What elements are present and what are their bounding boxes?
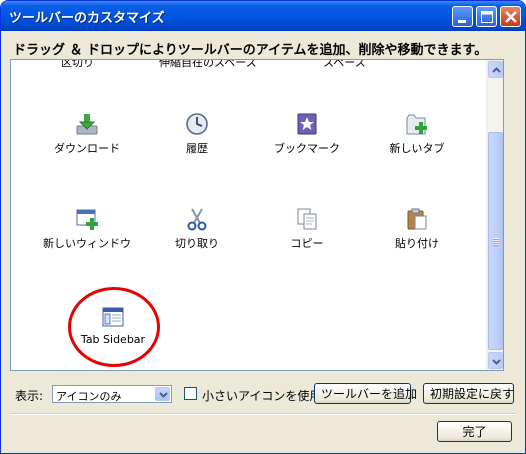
palette-item-new-window[interactable]: 新しいウィンドウ <box>39 207 135 251</box>
palette-item-label: ダウンロード <box>54 142 120 155</box>
scroll-up-button[interactable] <box>488 61 503 78</box>
paste-icon <box>407 208 427 230</box>
palette-item-label: 新しいウィンドウ <box>43 237 131 250</box>
close-button[interactable] <box>500 6 521 27</box>
partial-item-separator[interactable]: 区切り <box>61 60 94 70</box>
instruction-text: ドラッグ ＆ ドロップによりツールバーのアイテムを追加、削除や移動できます。 <box>13 43 488 58</box>
dropdown-button[interactable] <box>155 387 170 401</box>
history-clock-icon <box>186 113 208 135</box>
show-mode-value: アイコンのみ <box>56 390 122 403</box>
palette-item-download[interactable]: ダウンロード <box>39 112 135 156</box>
partial-item-space[interactable]: スペース <box>323 60 366 70</box>
palette-item-history[interactable]: 履歴 <box>149 112 245 156</box>
maximize-icon <box>481 11 493 23</box>
toolbar-palette: 区切り 伸縮自在のスペース スペース ダウンロード 履歴 ブックマーク 新しいタ… <box>10 59 504 371</box>
palette-scrollbar[interactable] <box>486 60 503 370</box>
bookmark-star-icon <box>297 113 317 135</box>
chevron-down-icon <box>492 359 501 365</box>
chevron-down-icon <box>159 392 168 398</box>
palette-item-label: ブックマーク <box>274 142 340 155</box>
minimize-icon <box>458 20 466 23</box>
add-toolbar-button[interactable]: ツールバーを追加 <box>314 383 417 404</box>
download-icon <box>76 114 98 135</box>
palette-item-new-tab[interactable]: 新しいタブ <box>369 112 465 156</box>
scissors-icon <box>187 208 207 231</box>
new-tab-icon <box>406 114 427 135</box>
show-mode-select[interactable]: アイコンのみ <box>52 385 172 403</box>
grip-icon <box>493 238 499 246</box>
window-title: ツールバーのカスタマイズ <box>9 11 165 26</box>
close-icon <box>505 11 517 23</box>
partial-item-flexible-space[interactable]: 伸縮自在のスペース <box>159 60 257 70</box>
divider <box>10 413 516 415</box>
show-label: 表示: <box>15 389 44 403</box>
palette-item-bookmarks[interactable]: ブックマーク <box>259 112 355 156</box>
palette-item-label: 貼り付け <box>395 237 439 250</box>
customize-toolbar-dialog: ツールバーのカスタマイズ ドラッグ ＆ ドロップによりツールバーのアイテムを追加… <box>0 0 526 454</box>
palette-item-label: 切り取り <box>175 237 219 250</box>
maximize-button[interactable] <box>476 6 497 27</box>
new-window-icon <box>76 209 98 230</box>
scroll-thumb[interactable] <box>488 132 503 350</box>
small-icons-label[interactable]: 小さいアイコンを使用 <box>202 387 321 404</box>
copy-icon <box>297 208 317 230</box>
palette-item-label: コピー <box>290 237 324 250</box>
minimize-button[interactable] <box>452 6 473 27</box>
title-bar[interactable]: ツールバーのカスタマイズ <box>1 1 525 31</box>
highlight-annotation-circle <box>68 287 160 367</box>
restore-defaults-button[interactable]: 初期設定に戻す <box>423 383 514 404</box>
options-row: 表示: アイコンのみ 小さいアイコンを使用 ツールバーを追加 初期設定に戻す <box>1 381 525 407</box>
palette-item-paste[interactable]: 貼り付け <box>369 207 465 251</box>
chevron-up-icon <box>492 67 501 73</box>
done-button[interactable]: 完了 <box>437 421 512 442</box>
palette-item-cut[interactable]: 切り取り <box>149 207 245 251</box>
palette-item-label: 新しいタブ <box>389 142 445 155</box>
palette-item-label: 履歴 <box>186 142 208 155</box>
scroll-down-button[interactable] <box>488 352 503 369</box>
palette-item-copy[interactable]: コピー <box>259 207 355 251</box>
small-icons-checkbox[interactable] <box>184 387 197 400</box>
